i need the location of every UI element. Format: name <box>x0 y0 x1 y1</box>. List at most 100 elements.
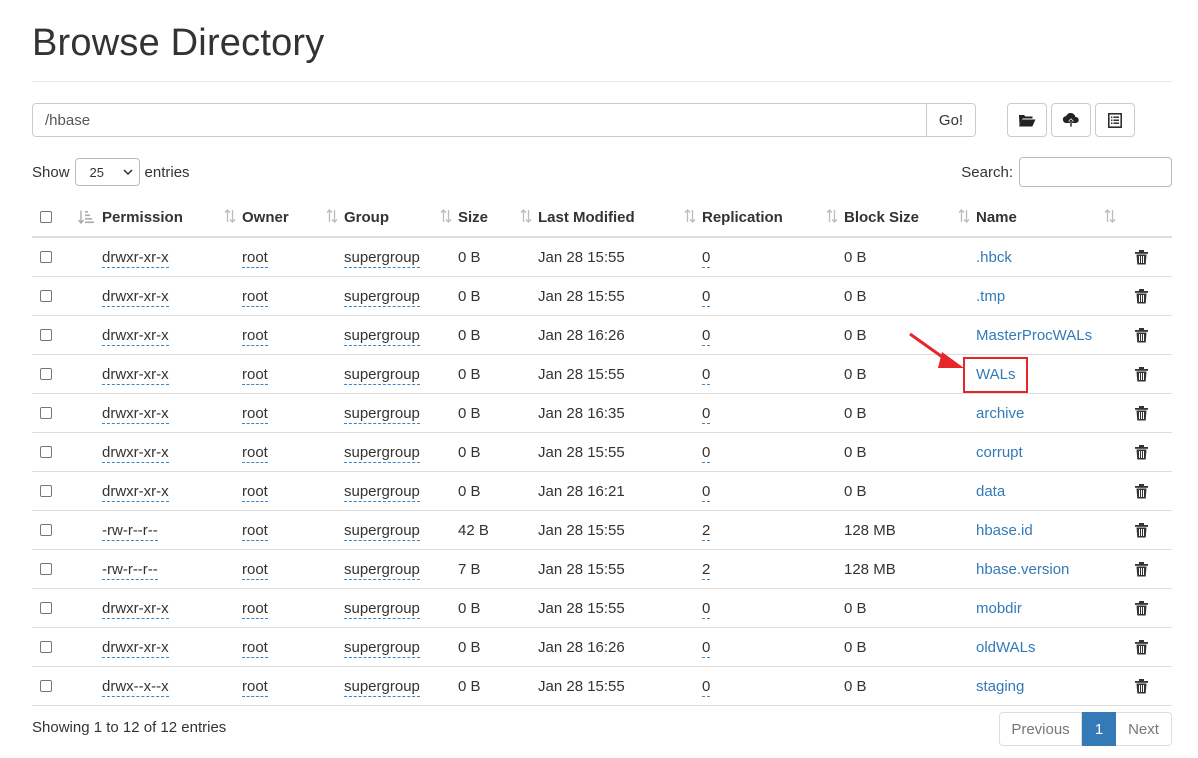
upload-button[interactable] <box>1051 103 1091 137</box>
replication-link[interactable]: 0 <box>702 248 711 268</box>
row-checkbox[interactable] <box>40 329 52 341</box>
next-page-button[interactable]: Next <box>1116 712 1172 746</box>
row-checkbox[interactable] <box>40 602 52 614</box>
group-link[interactable]: supergroup <box>344 287 420 307</box>
file-name-link[interactable]: .tmp <box>976 288 1005 305</box>
owner-link[interactable]: root <box>242 248 268 268</box>
replication-link[interactable]: 0 <box>702 287 711 307</box>
replication-link[interactable]: 0 <box>702 482 711 502</box>
permission-link[interactable]: drwxr-xr-x <box>102 404 169 424</box>
permission-link[interactable]: drwxr-xr-x <box>102 326 169 346</box>
view-list-button[interactable] <box>1095 103 1135 137</box>
trash-icon[interactable] <box>1135 522 1148 538</box>
group-link[interactable]: supergroup <box>344 443 420 463</box>
owner-link[interactable]: root <box>242 521 268 541</box>
previous-page-button[interactable]: Previous <box>999 712 1082 746</box>
row-checkbox[interactable] <box>40 563 52 575</box>
column-header[interactable]: Group <box>344 198 458 238</box>
row-checkbox[interactable] <box>40 368 52 380</box>
replication-link[interactable]: 2 <box>702 560 711 580</box>
owner-link[interactable]: root <box>242 482 268 502</box>
owner-link[interactable]: root <box>242 404 268 424</box>
trash-icon[interactable] <box>1135 327 1148 343</box>
trash-icon[interactable] <box>1135 678 1148 694</box>
go-button[interactable]: Go! <box>927 103 976 137</box>
permission-link[interactable]: drwxr-xr-x <box>102 443 169 463</box>
permission-link[interactable]: -rw-r--r-- <box>102 521 158 541</box>
trash-icon[interactable] <box>1135 600 1148 616</box>
trash-icon[interactable] <box>1135 561 1148 577</box>
row-checkbox[interactable] <box>40 641 52 653</box>
replication-link[interactable]: 0 <box>702 677 711 697</box>
entries-select[interactable]: 25 <box>74 158 140 186</box>
path-input[interactable] <box>32 103 927 137</box>
replication-link[interactable]: 0 <box>702 638 711 658</box>
permission-link[interactable]: drwxr-xr-x <box>102 365 169 385</box>
replication-link[interactable]: 0 <box>702 404 711 424</box>
group-link[interactable]: supergroup <box>344 599 420 619</box>
owner-link[interactable]: root <box>242 638 268 658</box>
owner-link[interactable]: root <box>242 560 268 580</box>
file-name-link[interactable]: hbase.id <box>976 522 1033 539</box>
owner-link[interactable]: root <box>242 287 268 307</box>
permission-link[interactable]: drwxr-xr-x <box>102 287 169 307</box>
owner-link[interactable]: root <box>242 443 268 463</box>
select-all-checkbox[interactable] <box>40 211 52 223</box>
trash-icon[interactable] <box>1135 405 1148 421</box>
permission-link[interactable]: drwxr-xr-x <box>102 638 169 658</box>
row-checkbox[interactable] <box>40 290 52 302</box>
trash-icon[interactable] <box>1135 639 1148 655</box>
group-link[interactable]: supergroup <box>344 326 420 346</box>
file-name-link[interactable]: oldWALs <box>976 639 1035 656</box>
row-checkbox[interactable] <box>40 680 52 692</box>
row-checkbox[interactable] <box>40 407 52 419</box>
file-name-link[interactable]: corrupt <box>976 444 1023 461</box>
column-header[interactable]: Size <box>458 198 538 238</box>
file-name-link[interactable]: mobdir <box>976 600 1022 617</box>
group-link[interactable]: supergroup <box>344 365 420 385</box>
row-checkbox[interactable] <box>40 251 52 263</box>
permission-link[interactable]: -rw-r--r-- <box>102 560 158 580</box>
group-link[interactable]: supergroup <box>344 248 420 268</box>
trash-icon[interactable] <box>1135 249 1148 265</box>
row-checkbox[interactable] <box>40 524 52 536</box>
create-directory-button[interactable] <box>1007 103 1047 137</box>
file-name-link[interactable]: data <box>976 483 1005 500</box>
file-name-link[interactable]: MasterProcWALs <box>976 327 1092 344</box>
owner-link[interactable]: root <box>242 677 268 697</box>
file-name-link[interactable]: staging <box>976 678 1024 695</box>
column-header[interactable]: Name <box>976 198 1122 238</box>
column-header[interactable]: Block Size <box>844 198 976 238</box>
replication-link[interactable]: 0 <box>702 326 711 346</box>
row-checkbox[interactable] <box>40 446 52 458</box>
file-name-link[interactable]: WALs <box>962 356 1029 393</box>
permission-link[interactable]: drwxr-xr-x <box>102 599 169 619</box>
group-link[interactable]: supergroup <box>344 560 420 580</box>
owner-link[interactable]: root <box>242 326 268 346</box>
replication-link[interactable]: 0 <box>702 443 711 463</box>
file-name-link[interactable]: hbase.version <box>976 561 1069 578</box>
trash-icon[interactable] <box>1135 444 1148 460</box>
group-link[interactable]: supergroup <box>344 677 420 697</box>
trash-icon[interactable] <box>1135 483 1148 499</box>
group-link[interactable]: supergroup <box>344 521 420 541</box>
group-link[interactable]: supergroup <box>344 638 420 658</box>
group-link[interactable]: supergroup <box>344 482 420 502</box>
group-link[interactable]: supergroup <box>344 404 420 424</box>
replication-link[interactable]: 0 <box>702 599 711 619</box>
column-header[interactable]: Owner <box>242 198 344 238</box>
permission-link[interactable]: drwxr-xr-x <box>102 248 169 268</box>
column-header[interactable]: Replication <box>702 198 844 238</box>
owner-link[interactable]: root <box>242 365 268 385</box>
sort-column-header[interactable] <box>70 198 102 238</box>
file-name-link[interactable]: .hbck <box>976 249 1012 266</box>
file-name-link[interactable]: archive <box>976 405 1024 422</box>
column-header[interactable]: Last Modified <box>538 198 702 238</box>
search-input[interactable] <box>1019 157 1172 187</box>
permission-link[interactable]: drwx--x--x <box>102 677 169 697</box>
trash-icon[interactable] <box>1135 288 1148 304</box>
row-checkbox[interactable] <box>40 485 52 497</box>
replication-link[interactable]: 0 <box>702 365 711 385</box>
trash-icon[interactable] <box>1135 366 1148 382</box>
column-header[interactable]: Permission <box>102 198 242 238</box>
